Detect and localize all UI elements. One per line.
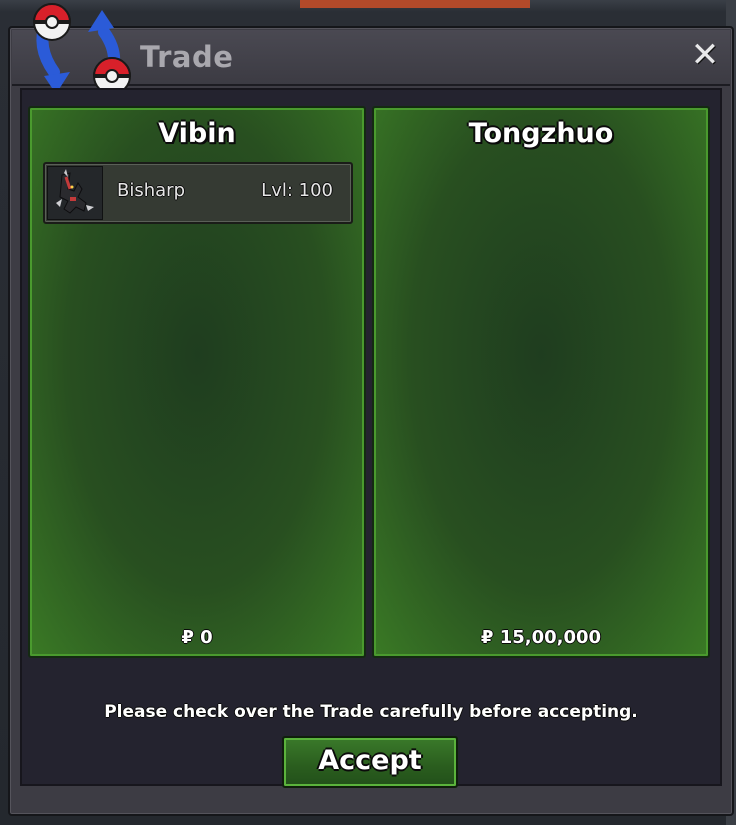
pokemon-sprite [47,166,103,220]
accept-button[interactable]: Accept [282,736,458,788]
right-trainer-name: Tongzhuo [468,118,614,149]
trade-notice: Please check over the Trade carefully be… [104,702,638,722]
left-offer-panel: Vibin Bisharp Lvl: 100 ₽ 0 [28,106,366,658]
trade-window: Trade ✕ Vibin Bisharp Lvl: 100 ₽ 0 Tongz… [8,3,734,816]
left-trainer-name: Vibin [158,118,236,149]
window-title: Trade [140,40,234,74]
offer-pokemon-row[interactable]: Bisharp Lvl: 100 [43,162,353,224]
pokemon-level: Lvl: 100 [261,180,333,201]
bisharp-sprite-icon [56,169,94,214]
trade-content: Vibin Bisharp Lvl: 100 ₽ 0 Tongzhuo ₽ 15… [20,88,722,788]
right-offer-panel: Tongzhuo ₽ 15,00,000 [372,106,710,658]
trade-logo-icon [32,3,132,95]
pokemon-name: Bisharp [117,180,185,201]
close-button[interactable]: ✕ [688,38,722,72]
left-money: ₽ 0 [181,627,213,648]
right-money: ₽ 15,00,000 [480,627,602,648]
background-accent [300,0,530,8]
